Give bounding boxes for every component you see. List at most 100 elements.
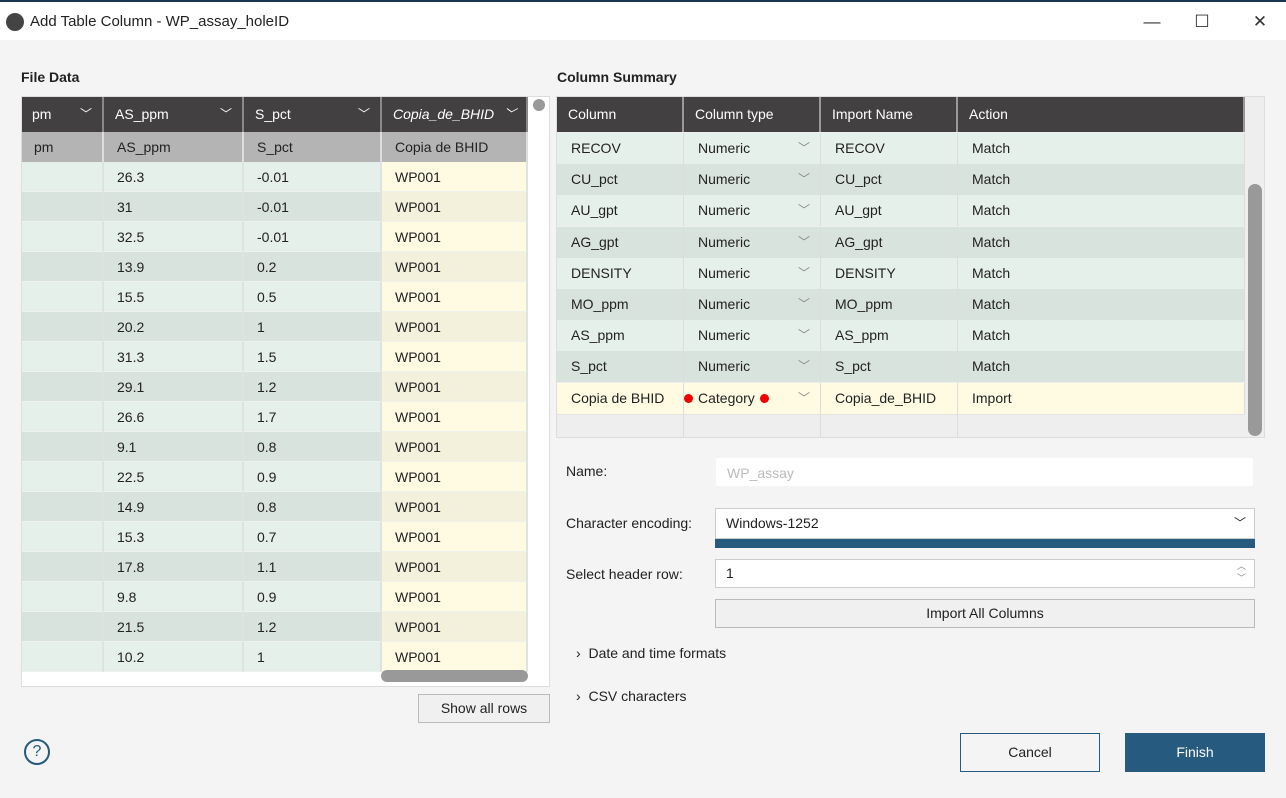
table-cell: WP001 <box>382 342 528 372</box>
column-summary-heading: Column Summary <box>557 69 677 85</box>
import-name-field[interactable]: AU_gpt <box>821 195 958 227</box>
table-cell <box>22 522 104 552</box>
date-formats-label: Date and time formats <box>588 645 727 661</box>
table-cell: 31.3 <box>104 342 244 372</box>
error-dot-icon <box>759 393 769 403</box>
table-cell: 0.8 <box>244 492 382 522</box>
close-button[interactable]: ✕ <box>1245 10 1275 34</box>
summary-cell-text: AU_gpt <box>571 202 618 219</box>
column-header-label: Copia_de_BHID <box>393 106 495 122</box>
import-name-field[interactable]: MO_ppm <box>821 289 958 320</box>
summary-column-header: Column type <box>684 97 821 132</box>
summary-cell: Match <box>958 164 1245 196</box>
chevron-down-icon[interactable]: ﹀ <box>358 97 370 132</box>
summary-cell-text: Match <box>972 202 1011 219</box>
table-cell: WP001 <box>382 372 528 402</box>
import-name-field[interactable]: AG_gpt <box>821 226 958 258</box>
table-cell: WP001 <box>382 432 528 462</box>
error-dot-icon <box>684 393 693 403</box>
summary-cell-text: AS_ppm <box>835 327 889 344</box>
import-all-columns-button[interactable]: Import All Columns <box>715 599 1255 628</box>
vertical-scrollbar[interactable] <box>533 99 545 111</box>
table-cell <box>22 492 104 522</box>
summary-column-header: Import Name <box>821 97 958 132</box>
column-type-select[interactable]: Numeric ﹀ <box>684 164 821 196</box>
summary-cell-text: Match <box>972 140 1011 156</box>
table-cell <box>22 222 104 252</box>
summary-cell: AS_ppm <box>557 320 684 352</box>
summary-cell-text: S_pct <box>571 358 607 375</box>
summary-cell-text: Match <box>972 358 1011 375</box>
import-name-field[interactable]: AS_ppm <box>821 320 958 352</box>
table-cell: 29.1 <box>104 372 244 402</box>
column-header[interactable]: AS_ppm ﹀ <box>104 97 244 132</box>
column-type-select[interactable]: Numeric ﹀ <box>684 257 821 289</box>
summary-cell-text: Match <box>972 264 1011 281</box>
encoding-value: Windows-1252 <box>726 515 819 531</box>
column-type-select[interactable]: Numeric ﹀ <box>684 320 821 352</box>
header-row-spinner[interactable]: 1 ︿ ﹀ <box>715 559 1255 588</box>
column-divider <box>957 414 958 437</box>
column-header[interactable]: pm ﹀ <box>22 97 104 132</box>
summary-cell-text: RECOV <box>571 140 621 156</box>
date-formats-expander[interactable]: › Date and time formats <box>576 645 726 661</box>
table-cell: WP001 <box>382 552 528 582</box>
finish-button[interactable]: Finish <box>1125 733 1265 772</box>
chevron-down-icon[interactable]: ﹀ <box>80 97 92 132</box>
minimize-button[interactable]: — <box>1137 10 1167 34</box>
column-divider <box>683 414 684 437</box>
name-field[interactable]: WP_assay <box>716 458 1253 486</box>
import-name-field[interactable]: S_pct <box>821 351 958 383</box>
spinner-arrows-icon[interactable]: ︿ ﹀ <box>1237 560 1246 584</box>
table-cell <box>22 582 104 612</box>
maximize-button[interactable]: ☐ <box>1187 10 1217 34</box>
csv-characters-expander[interactable]: › CSV characters <box>576 688 687 704</box>
column-header[interactable]: Copia_de_BHID ﹀ <box>382 97 528 132</box>
import-name-field[interactable]: DENSITY <box>821 257 958 289</box>
column-source-name: S_pct <box>244 132 382 162</box>
table-cell: 9.8 <box>104 582 244 612</box>
summary-cell-text: AS_ppm <box>571 327 625 344</box>
column-header[interactable]: S_pct ﹀ <box>244 97 382 132</box>
show-all-rows-button[interactable]: Show all rows <box>418 694 550 723</box>
file-data-heading: File Data <box>21 69 80 85</box>
summary-cell-text: Numeric <box>698 264 751 281</box>
table-cell: 9.1 <box>104 432 244 462</box>
table-cell: 1.2 <box>244 372 382 402</box>
chevron-down-icon: ﹀ <box>797 203 810 218</box>
encoding-select[interactable]: Windows-1252 ﹀ <box>715 508 1255 539</box>
summary-scrollbar[interactable] <box>1248 184 1262 436</box>
summary-cell: Match <box>958 351 1245 383</box>
horizontal-scrollbar[interactable] <box>381 670 528 682</box>
table-cell: 32.5 <box>104 222 244 252</box>
table-cell: -0.01 <box>244 222 382 252</box>
help-icon[interactable]: ? <box>24 739 50 765</box>
import-name-field[interactable]: Copia_de_BHID <box>821 382 958 414</box>
table-cell: 17.8 <box>104 552 244 582</box>
table-cell <box>22 342 104 372</box>
column-type-select[interactable]: Numeric ﹀ <box>684 133 821 164</box>
table-cell: WP001 <box>382 402 528 432</box>
app-icon <box>6 13 24 31</box>
summary-column-header: Action <box>958 97 1245 132</box>
chevron-down-icon[interactable]: ﹀ <box>504 97 516 132</box>
column-type-select[interactable]: Numeric ﹀ <box>684 226 821 258</box>
summary-cell-text: CU_pct <box>835 171 882 188</box>
column-type-select[interactable]: Numeric ﹀ <box>684 195 821 227</box>
table-cell <box>22 552 104 582</box>
summary-cell: RECOV <box>557 133 684 164</box>
chevron-down-icon: ﹀ <box>797 359 810 374</box>
chevron-down-icon[interactable]: ﹀ <box>220 97 232 132</box>
title-bar: Add Table Column - WP_assay_holeID — ☐ ✕ <box>0 0 1286 40</box>
summary-cell: CU_pct <box>557 164 684 196</box>
file-data-table: pm ﹀ pm AS_ppm ﹀ AS_ppm S_pct ﹀ S_pct Copia_de_BH… <box>21 96 550 687</box>
cancel-button[interactable]: Cancel <box>960 733 1100 772</box>
import-name-field[interactable]: CU_pct <box>821 164 958 196</box>
column-type-select[interactable]: Numeric ﹀ <box>684 289 821 320</box>
column-type-select[interactable]: Category ﹀ <box>684 382 821 414</box>
chevron-right-icon: › <box>576 688 581 704</box>
column-type-select[interactable]: Numeric ﹀ <box>684 351 821 383</box>
table-cell: WP001 <box>382 282 528 312</box>
import-name-field[interactable]: RECOV <box>821 133 958 164</box>
table-cell: WP001 <box>382 312 528 342</box>
